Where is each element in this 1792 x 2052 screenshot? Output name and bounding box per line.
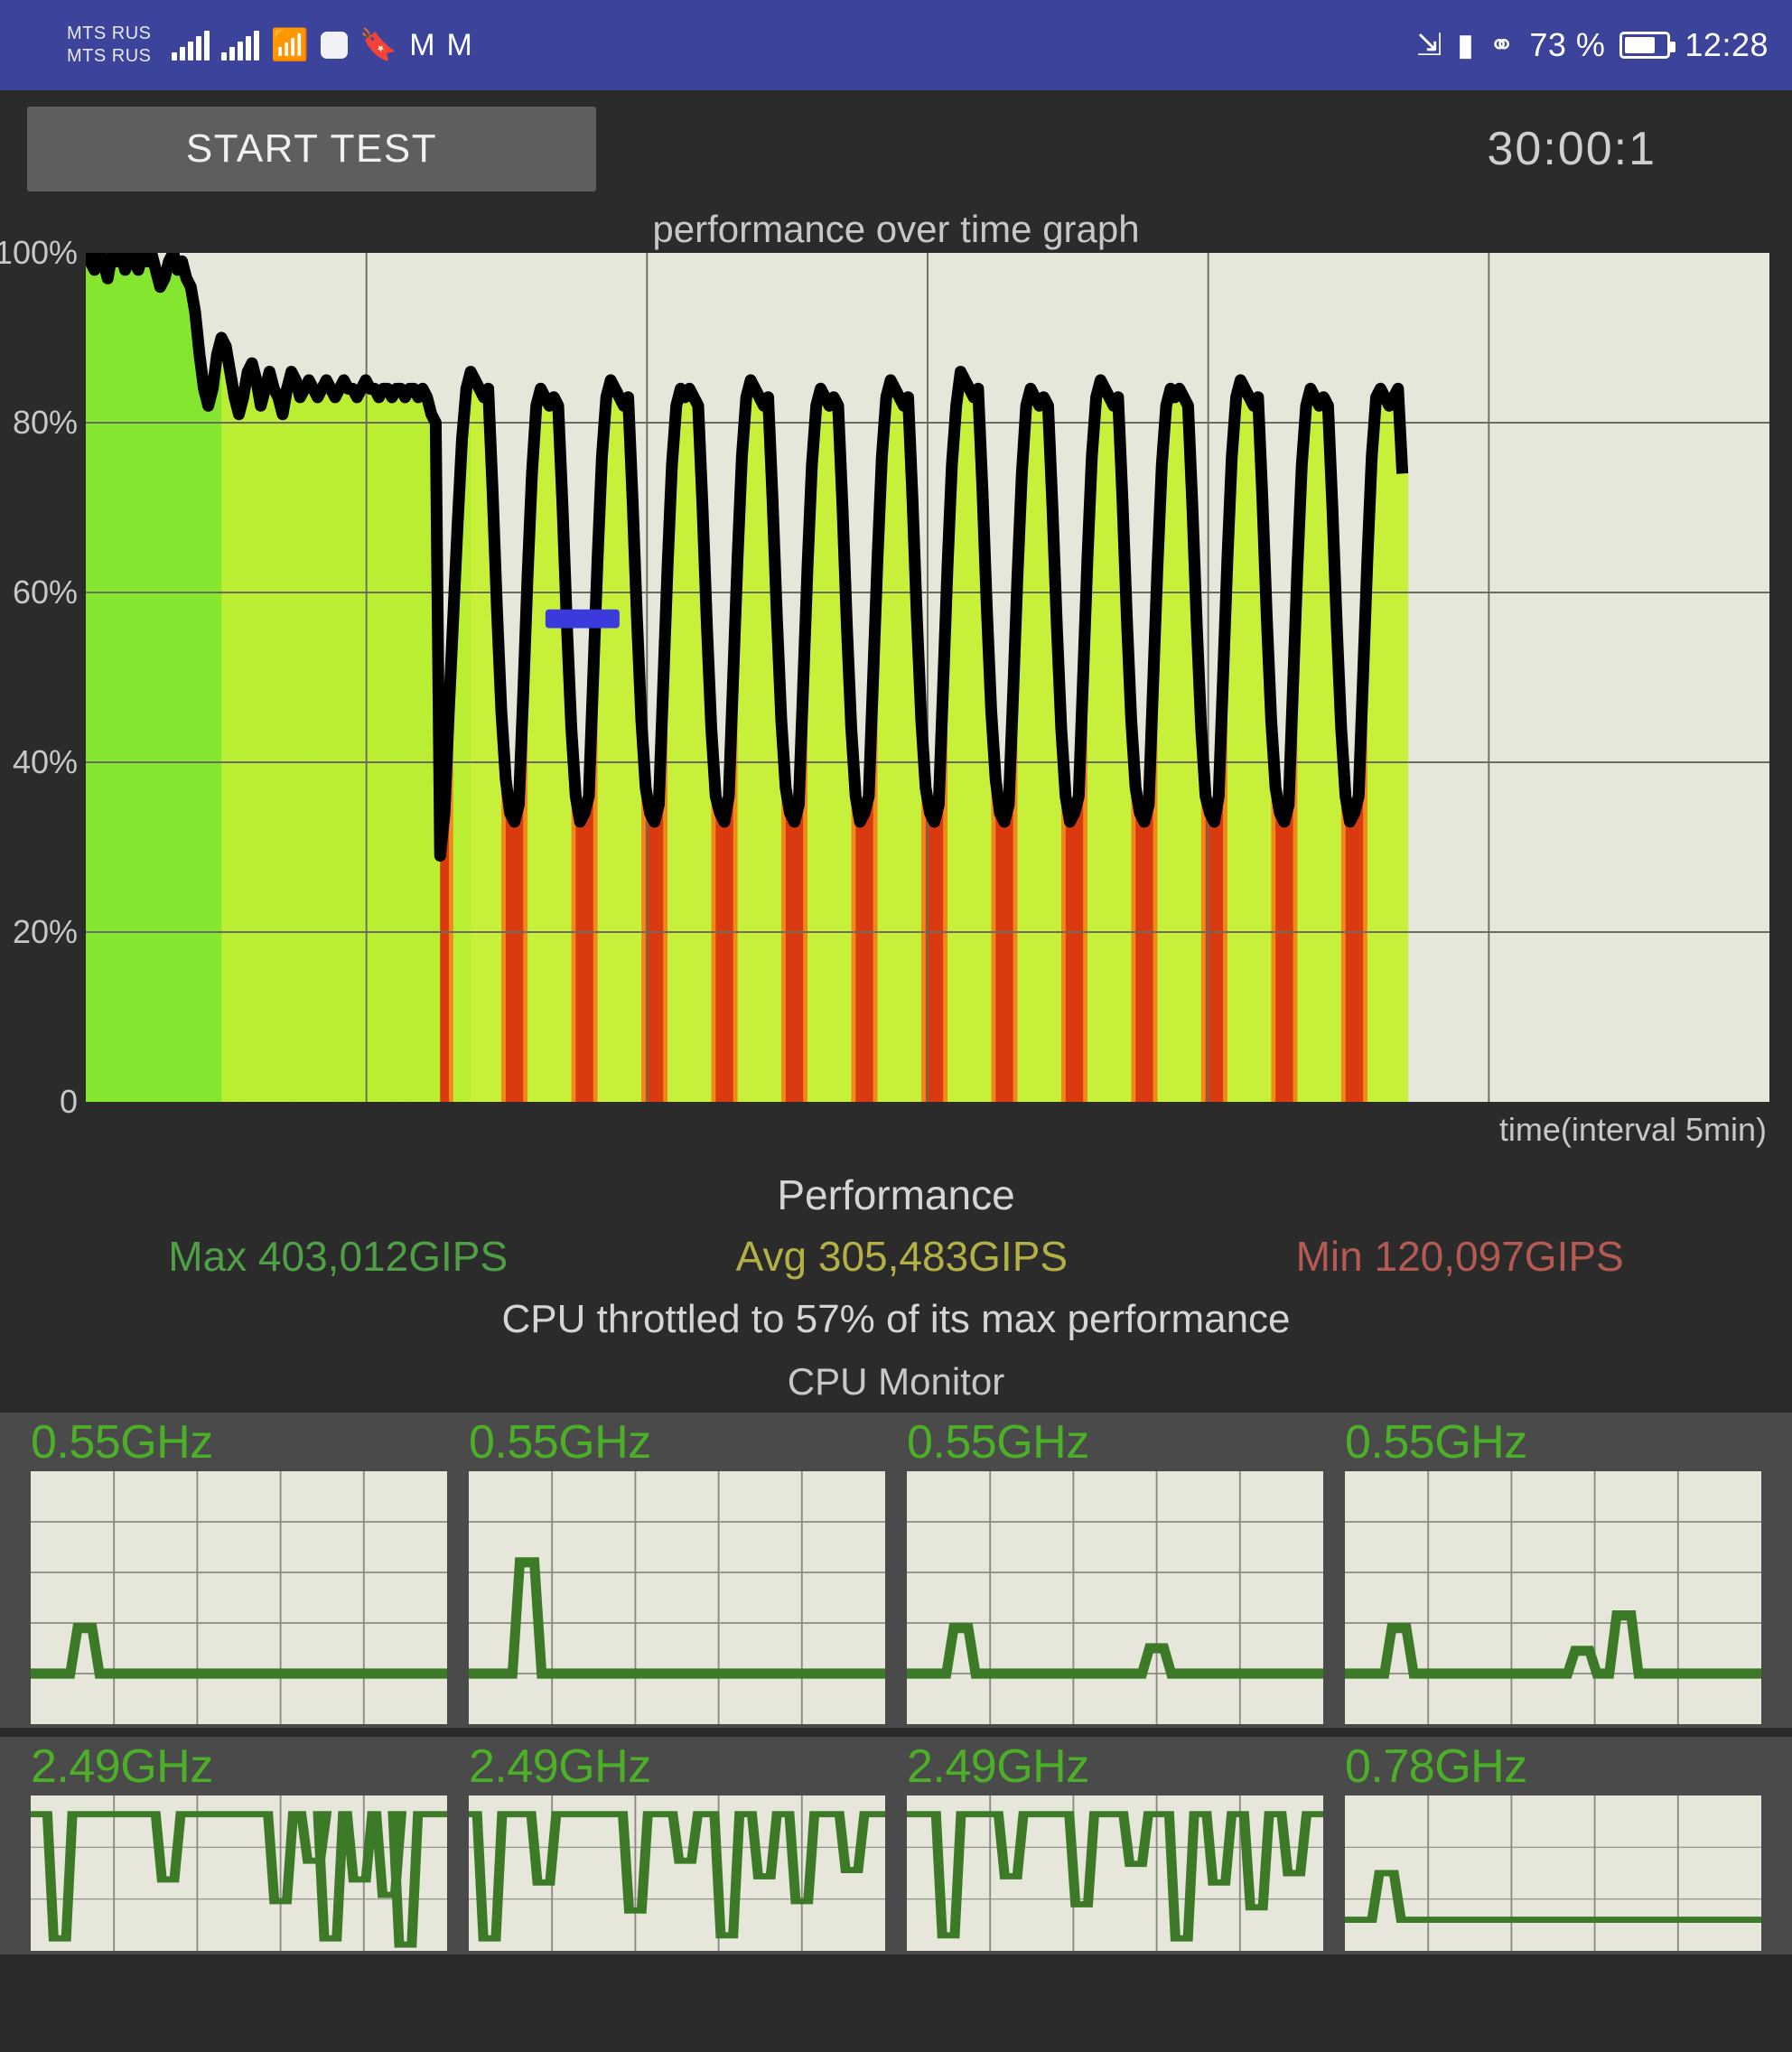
signal-bars-icon-2 — [220, 30, 259, 61]
core-4-svg — [1345, 1471, 1761, 1725]
cpu-core-1: 0.55GHz — [20, 1413, 458, 1728]
clock-label: 12:28 — [1685, 26, 1769, 63]
cpu-core-5-frequency: 2.49GHz — [31, 1740, 213, 1794]
y-tick-100: 100% — [0, 234, 78, 271]
core-2-svg — [469, 1471, 885, 1725]
cpu-core-2-frequency: 0.55GHz — [469, 1416, 651, 1469]
signal-bars-icon — [171, 30, 210, 61]
carrier-labels: MTS RUS MTS RUS — [67, 23, 152, 68]
cpu-core-1-plot — [31, 1471, 447, 1725]
y-tick-60: 60% — [12, 574, 78, 611]
bookmark-icon: 🔖 — [359, 28, 398, 62]
chart-plot-area — [86, 253, 1769, 1102]
chart-svg — [86, 253, 1769, 1102]
cpu-monitor-title: CPU Monitor — [787, 1360, 1005, 1403]
cpu-core-6: 2.49GHz — [458, 1737, 896, 1954]
cpu-core-4-plot — [1345, 1471, 1761, 1725]
chart-x-axis-label: time(interval 5min) — [1498, 1111, 1767, 1148]
performance-chart: performance over time graph 100% 80% 60% 40… — [0, 208, 1792, 1165]
core-8-svg — [1345, 1796, 1761, 1952]
status-left-icons: 📶 🔖 M M — [171, 28, 472, 62]
cpu-core-7-frequency: 2.49GHz — [907, 1740, 1089, 1794]
chart-y-axis: 100% 80% 60% 40% 20% 0 — [0, 234, 83, 1120]
status-right-group: ⇲ ▮ ⚭ 73 % 12:28 — [1416, 26, 1769, 64]
timer-label: 30:00:1 — [1487, 123, 1657, 175]
cpu-core-4: 0.55GHz — [1334, 1413, 1772, 1728]
min-gips-label: Min 120,097GIPS — [1295, 1233, 1624, 1280]
cpu-core-8: 0.78GHz — [1334, 1737, 1772, 1954]
y-tick-40: 40% — [12, 743, 78, 780]
carrier-line-1: MTS RUS — [67, 23, 152, 43]
start-test-button[interactable]: START TEST — [27, 107, 596, 191]
cpu-monitor-row-1: 0.55GHz 0.55GHz 0.55GHz 0.55GHz — [0, 1413, 1792, 1729]
cpu-core-7: 2.49GHz — [896, 1737, 1334, 1954]
cpu-core-1-frequency: 0.55GHz — [31, 1416, 213, 1469]
core-1-svg — [31, 1471, 447, 1725]
y-tick-20: 20% — [12, 913, 78, 950]
vibrate-icon: ▮ — [1457, 28, 1475, 62]
cpu-core-8-plot — [1345, 1796, 1761, 1952]
cpu-core-8-frequency: 0.78GHz — [1345, 1740, 1527, 1794]
cpu-core-3: 0.55GHz — [896, 1413, 1334, 1728]
cpu-core-6-plot — [469, 1796, 885, 1952]
toolbar: START TEST 30:00:1 — [0, 90, 1792, 208]
cpu-monitor-row-2: 2.49GHz 2.49GHz 2.49GHz 0.78GHz — [0, 1737, 1792, 1955]
avg-gips-label: Avg 305,483GIPS — [735, 1233, 1069, 1280]
core-7-svg — [907, 1796, 1323, 1952]
wifi-icon: 📶 — [270, 28, 309, 62]
battery-percent-label: 73 % — [1529, 26, 1606, 63]
max-gips-label: Max 403,012GIPS — [168, 1233, 509, 1280]
core-3-svg — [907, 1471, 1323, 1725]
core-6-svg — [469, 1796, 885, 1952]
cpu-core-3-frequency: 0.55GHz — [907, 1416, 1089, 1469]
cpu-core-2-plot — [469, 1471, 885, 1725]
performance-values-row: Max 403,012GIPS Avg 305,483GIPS Min 120,… — [0, 1232, 1792, 1281]
throttle-message: CPU throttled to 57% of its max performa… — [501, 1297, 1291, 1341]
y-tick-0: 0 — [59, 1083, 78, 1120]
rounded-square-icon — [320, 32, 348, 59]
m-logo-icon-2: M — [446, 28, 472, 62]
cpu-core-5-plot — [31, 1796, 447, 1952]
cpu-core-4-frequency: 0.55GHz — [1345, 1416, 1527, 1469]
carrier-line-2: MTS RUS — [67, 46, 152, 66]
m-logo-icon: M — [409, 28, 435, 62]
y-tick-80: 80% — [12, 404, 78, 441]
cpu-core-5: 2.49GHz — [20, 1737, 458, 1954]
cpu-core-3-plot — [907, 1471, 1323, 1725]
performance-section-title: Performance — [777, 1171, 1015, 1218]
chart-title: performance over time graph — [652, 208, 1140, 250]
cpu-core-2: 0.55GHz — [458, 1413, 896, 1728]
status-bar: MTS RUS MTS RUS 📶 🔖 M M ⇲ ▮ ⚭ 73 % 12:28 — [0, 0, 1792, 90]
core-5-svg — [31, 1796, 447, 1952]
bluetooth-icon: ⇲ — [1416, 28, 1443, 62]
battery-icon — [1619, 32, 1676, 59]
speedometer-icon: ⚭ — [1489, 28, 1516, 62]
performance-summary: Performance Max 403,012GIPS Avg 305,483G… — [0, 1171, 1792, 1342]
cpu-core-7-plot — [907, 1796, 1323, 1952]
cpu-core-6-frequency: 2.49GHz — [469, 1740, 651, 1794]
